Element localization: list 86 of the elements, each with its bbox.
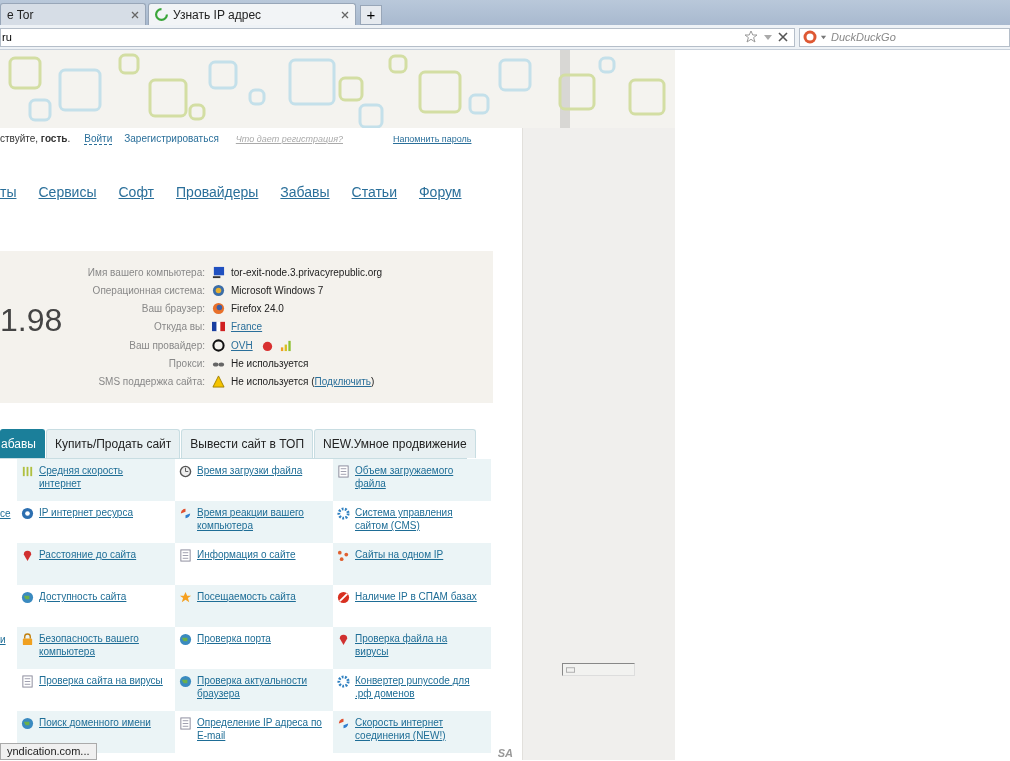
status-tooltip: yndication.com... xyxy=(0,743,97,760)
search-field[interactable]: DuckDuckGo xyxy=(799,27,1010,47)
globe-icon xyxy=(212,283,225,297)
menu-link[interactable]: Статьи xyxy=(351,184,397,214)
address-field[interactable]: ru xyxy=(0,27,795,47)
service-link[interactable]: IP интернет ресурса xyxy=(39,506,133,519)
info-label: Операционная система: xyxy=(91,284,205,296)
menu-link[interactable]: Форум xyxy=(418,184,462,214)
signal-bars-icon xyxy=(279,338,293,352)
menu-link[interactable]: Забавы xyxy=(280,184,330,214)
loading-icon xyxy=(155,8,168,21)
service-link[interactable]: Время загрузки файла xyxy=(197,464,303,477)
section-tab[interactable]: абавы xyxy=(0,429,45,458)
close-icon[interactable] xyxy=(131,10,139,19)
service-link[interactable]: Система управления сайтом (CMS) xyxy=(355,506,481,532)
register-link[interactable]: Зарегистрироваться xyxy=(124,133,219,144)
browser-tab[interactable]: Узнать IP адрес xyxy=(148,3,356,25)
service-link[interactable]: Доступность сайта xyxy=(39,590,127,603)
info-label: Ваш провайдер: xyxy=(128,339,205,351)
globe-icon xyxy=(179,675,192,688)
service-link[interactable]: Посещаемость сайта xyxy=(197,590,296,603)
corner-logo: SA xyxy=(497,747,513,759)
small-field[interactable] xyxy=(562,663,635,676)
info-value: Не используется ( xyxy=(231,376,315,388)
caret-icon[interactable] xyxy=(820,33,827,41)
info-label: Откуда вы: xyxy=(153,321,205,333)
star-icon xyxy=(179,591,192,604)
info-value: tor-exit-node.3.privacyrepublic.org xyxy=(231,266,383,278)
info-value: Не используется xyxy=(231,358,309,370)
menu-link[interactable]: Провайдеры xyxy=(176,184,259,214)
ip-address: 1.98 xyxy=(0,301,64,339)
stop-icon xyxy=(337,591,350,604)
menu-link[interactable]: Сервисы xyxy=(38,184,97,214)
close-icon[interactable] xyxy=(778,32,788,42)
dots-icon xyxy=(337,549,350,562)
info-value: ) xyxy=(371,376,375,388)
doc-icon xyxy=(179,717,192,730)
warning-icon xyxy=(212,375,225,389)
service-link[interactable]: Конвертер punycode для .рф доменов xyxy=(355,674,481,700)
service-link[interactable]: Наличие IP в СПАМ базах xyxy=(355,590,477,603)
doc-icon xyxy=(337,465,350,478)
info-link[interactable]: France xyxy=(231,321,263,333)
browser-tab[interactable]: e Tor xyxy=(0,3,146,25)
globe-icon xyxy=(179,633,192,646)
service-link[interactable]: се xyxy=(0,508,11,519)
monitor-icon xyxy=(212,265,225,279)
service-link[interactable]: Расстояние до сайта xyxy=(39,548,137,561)
info-link[interactable]: OVH xyxy=(231,339,253,351)
pin-icon xyxy=(337,633,350,646)
info-value: Firefox 24.0 xyxy=(231,303,284,315)
arrows-icon xyxy=(337,717,350,730)
clock-icon xyxy=(179,465,192,478)
info-label: Ваш браузер: xyxy=(140,303,205,315)
section-tab[interactable]: NEW.Умное продвижение xyxy=(314,429,476,458)
login-link[interactable]: Войти xyxy=(84,133,113,145)
pin-icon xyxy=(21,549,34,562)
service-link[interactable]: и xyxy=(0,634,6,645)
section-tab[interactable]: Вывести сайт в ТОП xyxy=(181,429,314,458)
info-label: Имя вашего компьютера: xyxy=(86,266,205,278)
flag-icon xyxy=(212,320,225,334)
service-link[interactable]: Определение IP адреса по E-mail xyxy=(197,716,323,742)
globe-icon xyxy=(21,591,34,604)
lock-icon xyxy=(21,633,34,646)
remind-password-link[interactable]: Напомнить пароль xyxy=(393,134,472,144)
globe-icon xyxy=(21,717,34,730)
new-tab-button[interactable]: + xyxy=(360,5,382,25)
service-link[interactable]: Проверка порта xyxy=(197,632,271,645)
menu-link[interactable]: Софт xyxy=(118,184,155,214)
dropdown-icon[interactable] xyxy=(763,32,773,42)
gear-icon xyxy=(337,675,350,688)
gear-icon xyxy=(337,507,350,520)
close-icon[interactable] xyxy=(341,10,349,19)
info-label: Прокси: xyxy=(167,358,205,370)
info-label: SMS поддержка сайта: xyxy=(97,376,205,388)
doc-icon xyxy=(179,549,192,562)
doc-icon xyxy=(21,675,34,688)
menu-link[interactable]: ты xyxy=(0,184,17,214)
greeting-text: ствуйте, гость. xyxy=(0,133,71,144)
service-link[interactable]: Сайты на одном IP xyxy=(355,548,444,561)
star-icon[interactable] xyxy=(744,30,758,44)
arrows-icon xyxy=(179,507,192,520)
service-link[interactable]: Информация о сайте xyxy=(197,548,296,561)
section-tab[interactable]: Купить/Продать сайт xyxy=(45,429,181,458)
service-link[interactable]: Проверка сайта на вирусы xyxy=(39,674,163,687)
info-value: Microsoft Windows 7 xyxy=(231,284,324,296)
bars-icon xyxy=(21,465,34,478)
